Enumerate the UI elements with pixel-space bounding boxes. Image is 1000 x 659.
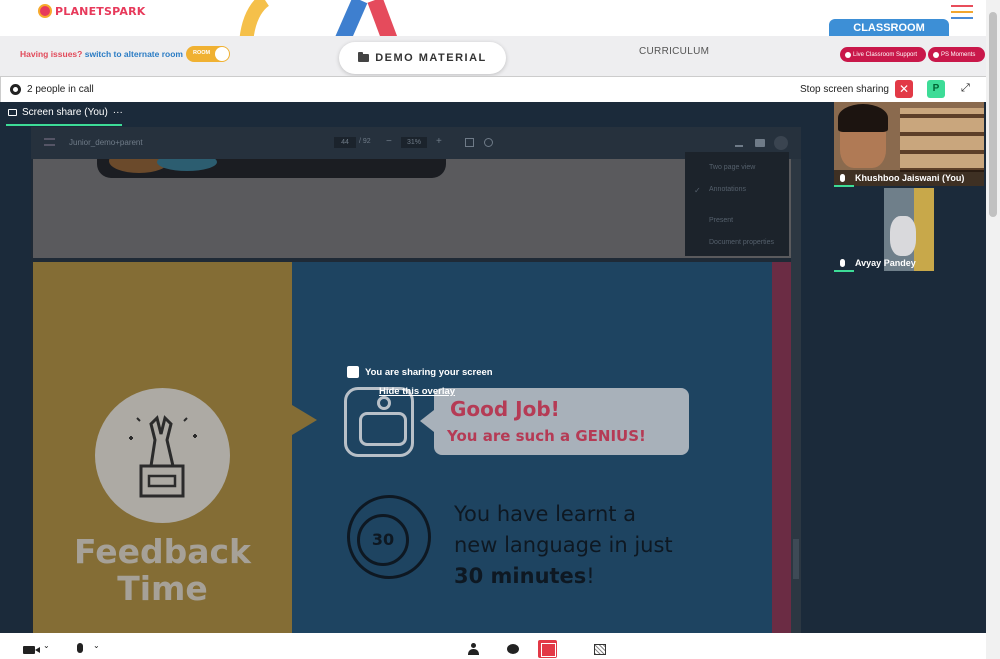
camera-options-chevron-icon[interactable]: ⌄ xyxy=(43,640,50,652)
pdf-file-name: Junior_demo+parent xyxy=(69,138,143,147)
hamburger-menu-icon[interactable] xyxy=(951,5,973,19)
hide-overlay-link[interactable]: Hide this overlay xyxy=(379,386,455,397)
curriculum-tab[interactable]: CURRICULUM xyxy=(639,46,709,57)
feedback-title-line1: Feedback xyxy=(74,532,251,571)
learnt-line3: 30 minutes xyxy=(454,564,587,588)
page-scrollbar[interactable] xyxy=(986,0,1000,659)
slide-notch xyxy=(292,405,317,435)
genius-text: You are such a GENIUS! xyxy=(447,427,646,445)
speaking-indicator xyxy=(834,185,854,187)
learnt-line2: new language in just xyxy=(454,533,673,557)
planetspark-logo[interactable]: PLANETSPARK xyxy=(38,4,146,18)
menu-two-page-view[interactable]: Two page view xyxy=(709,164,755,171)
menu-document-properties[interactable]: Document properties xyxy=(709,239,774,246)
demo-material-label: DEMO MATERIAL xyxy=(375,52,487,64)
alternate-room-link[interactable]: switch to alternate room xyxy=(85,49,183,59)
whiteboard-icon[interactable] xyxy=(594,644,606,655)
timer-value: 30 xyxy=(357,514,409,566)
page-number-input[interactable]: 44 xyxy=(334,137,356,148)
more-vert-icon[interactable] xyxy=(774,136,788,150)
stop-sharing-button[interactable]: ✕ xyxy=(895,80,913,98)
video-background xyxy=(914,188,934,271)
print-icon[interactable] xyxy=(755,139,765,147)
speech-bubble-tail xyxy=(420,410,434,432)
gear-icon[interactable] xyxy=(10,84,21,95)
learnt-line1: You have learnt a xyxy=(454,502,637,526)
classroom-tab[interactable]: CLASSROOM xyxy=(829,19,949,43)
participant-video xyxy=(890,216,916,256)
participant-name: Avyay Pandey xyxy=(855,258,916,268)
fullscreen-icon[interactable]: ⤢ xyxy=(961,82,973,94)
trophy-icon xyxy=(95,388,230,523)
demo-material-button[interactable]: DEMO MATERIAL xyxy=(339,42,506,74)
participant-avatar-button[interactable]: P xyxy=(927,80,945,98)
issue-notice: Having issues? switch to alternate room xyxy=(20,49,183,59)
ps-moments-button[interactable]: PS Moments xyxy=(928,47,985,62)
bottom-controls xyxy=(0,633,986,659)
stop-sharing-label: Stop screen sharing xyxy=(800,84,889,95)
participant-label-avyay: Avyay Pandey xyxy=(840,258,916,268)
menu-annotations[interactable]: Annotations xyxy=(709,186,746,193)
fit-page-icon[interactable] xyxy=(465,138,474,147)
feedback-title-line2: Time xyxy=(117,569,208,608)
speaking-indicator xyxy=(834,270,854,272)
check-icon: ✓ xyxy=(694,186,701,195)
screen-share-toggle-icon[interactable] xyxy=(538,640,557,658)
people-count: 2 people in call xyxy=(27,84,94,95)
chat-icon[interactable] xyxy=(507,644,519,654)
live-support-button[interactable]: Live Classroom Support xyxy=(840,47,926,62)
menu-present[interactable]: Present xyxy=(709,217,733,224)
live-support-label: Live Classroom Support xyxy=(853,51,918,58)
download-icon[interactable] xyxy=(735,139,743,147)
zoom-level[interactable]: 31% xyxy=(401,137,427,148)
screen-icon xyxy=(8,109,17,116)
slide-edge-strip xyxy=(772,262,791,633)
classroom-page: PLANETSPARK CLASSROOM Having issues? swi… xyxy=(0,0,1000,659)
zoom-in-button[interactable]: + xyxy=(436,136,442,147)
page-total: / 92 xyxy=(359,138,371,145)
folder-icon xyxy=(358,52,370,62)
page-illustration xyxy=(97,159,446,178)
participants-icon[interactable] xyxy=(468,643,479,655)
room-toggle-label: ROOM xyxy=(193,50,211,56)
issue-text: Having issues? xyxy=(20,49,83,59)
learnt-line3-wrap: 30 minutes! xyxy=(454,561,673,592)
participant-name: Khushboo Jaiswani (You) xyxy=(855,173,965,183)
camera-icon xyxy=(933,51,939,58)
robot-icon xyxy=(344,387,414,457)
rotate-icon[interactable] xyxy=(484,138,493,147)
logo-mark-icon xyxy=(38,4,52,18)
logo-text: PLANETSPARK xyxy=(55,4,146,18)
room-toggle[interactable]: ROOM xyxy=(186,46,230,62)
mic-icon xyxy=(840,174,845,182)
active-tab-indicator xyxy=(6,124,122,126)
learnt-suffix: ! xyxy=(586,564,595,588)
participant-video-hair xyxy=(838,104,888,132)
good-job-text: Good Job! xyxy=(450,397,560,421)
camera-icon[interactable] xyxy=(23,646,40,654)
participant-label-self: Khushboo Jaiswani (You) xyxy=(840,173,964,183)
sharing-overlay: You are sharing your screen xyxy=(347,366,493,378)
mic-options-chevron-icon[interactable]: ⌄ xyxy=(93,640,100,652)
pdf-scrollbar[interactable] xyxy=(791,159,801,633)
screen-share-tab[interactable]: Screen share (You) ··· xyxy=(8,107,123,118)
learnt-message: You have learnt a new language in just 3… xyxy=(454,499,673,592)
microphone-icon[interactable] xyxy=(77,643,83,653)
more-options-icon[interactable]: ··· xyxy=(113,107,123,118)
toggle-knob xyxy=(215,47,229,61)
video-background xyxy=(900,108,984,172)
sharing-overlay-text: You are sharing your screen xyxy=(365,366,493,378)
menu-icon[interactable] xyxy=(44,138,55,146)
mic-icon xyxy=(840,259,845,267)
support-icon xyxy=(845,51,851,58)
feedback-title: Feedback Time xyxy=(33,533,292,607)
call-toolbar: 2 people in call Stop screen sharing xyxy=(0,76,986,102)
ps-moments-label: PS Moments xyxy=(941,51,976,58)
screen-share-label: Screen share (You) xyxy=(22,107,108,118)
share-upload-icon xyxy=(347,366,359,378)
zoom-out-button[interactable]: − xyxy=(386,136,392,147)
